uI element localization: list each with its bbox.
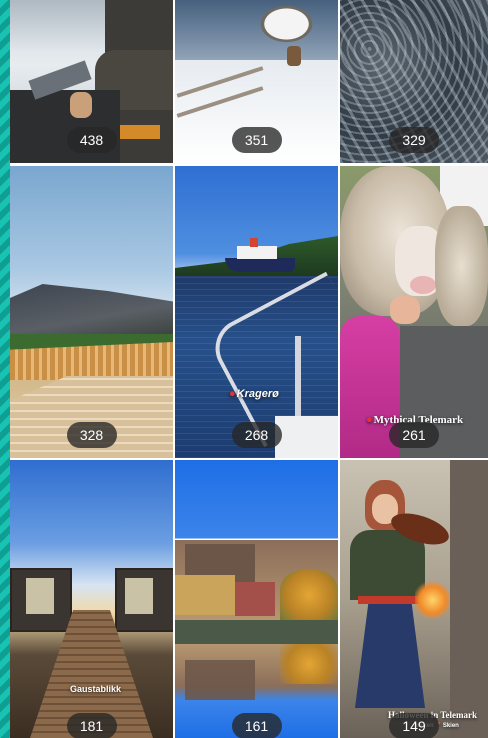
video-thumbnail-2[interactable]: 351 <box>175 0 338 163</box>
video-thumbnail-9[interactable]: Halloween in Telemark parken 📍Skien 149 <box>340 460 488 738</box>
view-count-badge: 328 <box>66 422 117 448</box>
location-caption: ●Kragerø <box>229 388 279 400</box>
view-count-badge: 181 <box>66 713 117 738</box>
view-count-badge: 149 <box>389 713 439 738</box>
video-thumbnail-7[interactable]: Gaustablikk 181 <box>10 460 173 738</box>
view-count-badge: 161 <box>231 713 282 738</box>
video-thumbnail-5[interactable]: ●Kragerø 268 <box>175 166 338 458</box>
video-thumbnail-8[interactable]: 161 <box>175 460 338 738</box>
location-pin-icon: ● <box>366 414 373 426</box>
video-thumbnail-6[interactable]: ●Mythical Telemark 261 <box>340 166 488 458</box>
video-grid: 438 351 329 328 ●Kragerø 268 ●Mythical T… <box>10 0 488 738</box>
location-caption: Gaustablikk <box>70 684 122 694</box>
video-thumbnail-4[interactable]: 328 <box>10 166 173 458</box>
view-count-badge: 351 <box>231 127 282 153</box>
video-thumbnail-1[interactable]: 438 <box>10 0 173 163</box>
video-thumbnail-3[interactable]: 329 <box>340 0 488 163</box>
view-count-badge: 261 <box>389 422 439 448</box>
view-count-badge: 438 <box>66 127 117 153</box>
view-count-badge: 268 <box>231 422 282 448</box>
location-pin-icon: ● <box>229 388 236 400</box>
edge-decoration <box>0 0 10 738</box>
view-count-badge: 329 <box>389 127 439 153</box>
